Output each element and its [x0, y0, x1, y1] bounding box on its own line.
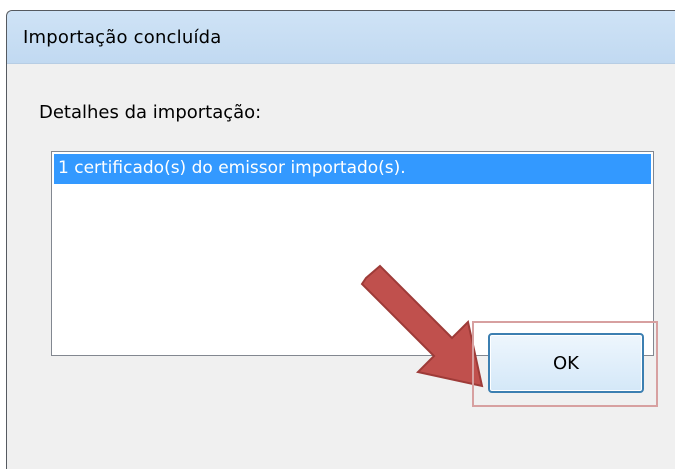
title-bar[interactable]: Importação concluída [7, 11, 675, 64]
window-title: Importação concluída [23, 27, 222, 48]
ok-button[interactable]: OK [488, 333, 644, 393]
list-item[interactable]: 1 certificado(s) do emissor importado(s)… [54, 154, 651, 184]
details-label: Detalhes da importação: [39, 102, 262, 123]
annotation-arrow [360, 264, 484, 388]
